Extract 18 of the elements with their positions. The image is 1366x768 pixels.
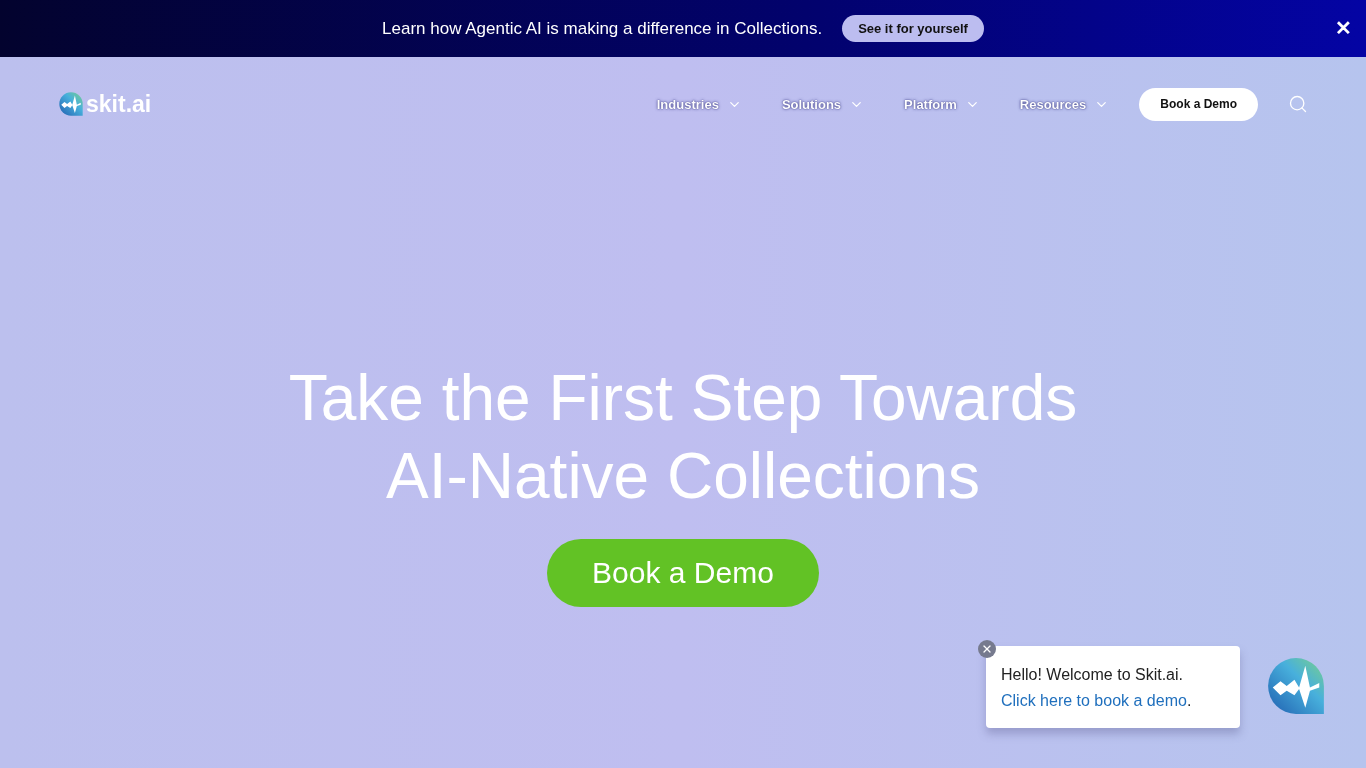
see-it-button[interactable]: See it for yourself	[842, 15, 984, 42]
nav-menu-item[interactable]: Platform	[904, 96, 980, 112]
chat-launcher-icon[interactable]	[1265, 655, 1327, 717]
logo-text[interactable]: skit.ai	[86, 90, 152, 118]
close-button[interactable]	[978, 640, 996, 658]
hero-title: AI-Native Collections	[386, 439, 980, 514]
hero-title: Take the First Step Towards	[288, 361, 1078, 436]
nav-menu-item[interactable]: Resources	[1019, 96, 1110, 112]
book-demo-link[interactable]: Click here to book a demo	[1001, 692, 1187, 709]
nav-menu-item[interactable]: Industries	[656, 96, 742, 112]
nav-menu-item[interactable]: Solutions	[781, 96, 865, 112]
logo-icon	[58, 91, 84, 117]
book-demo-button[interactable]: Book a Demo	[547, 539, 819, 607]
close-icon	[981, 643, 993, 655]
announcement-text: Learn how Agentic AI is making a difference in Collections.	[382, 18, 823, 39]
chat-message: Hello! Welcome to Skit.ai. Click here to book a demo.	[1001, 665, 1193, 711]
book-demo-button[interactable]: Book a Demo	[1139, 87, 1258, 121]
close-button[interactable]: ✕	[1335, 18, 1352, 38]
